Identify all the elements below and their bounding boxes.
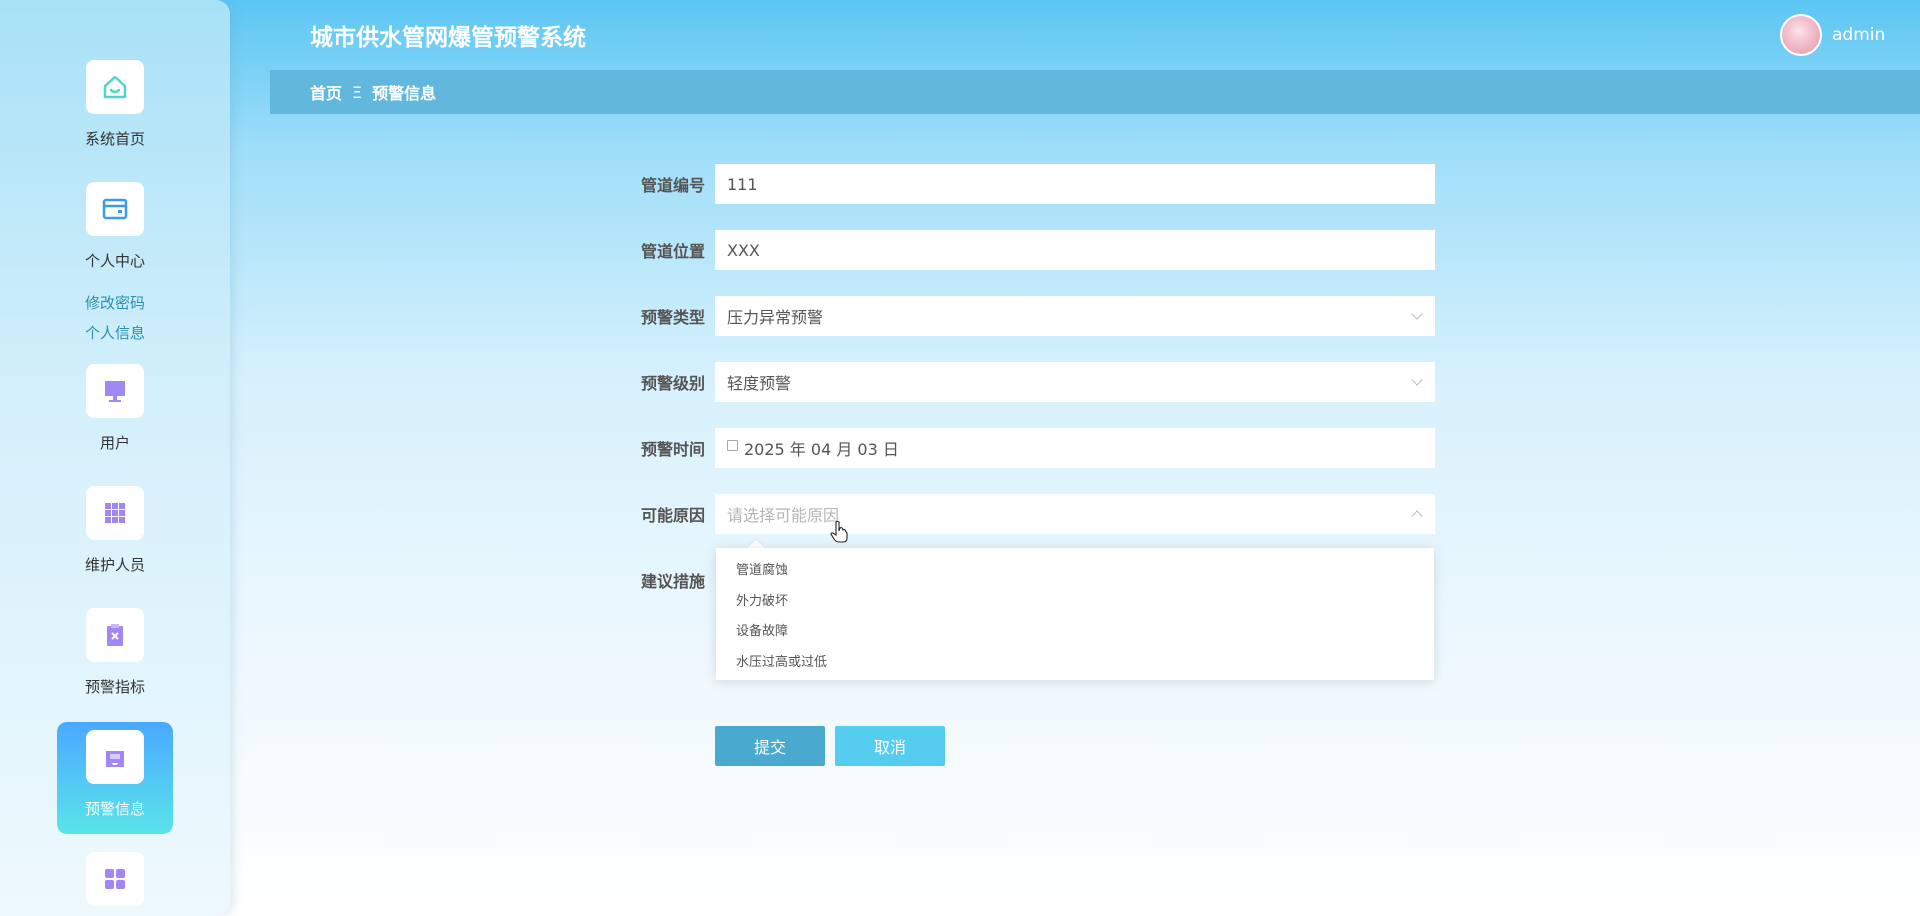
pipe-location-input[interactable]: XXX (715, 230, 1435, 270)
suggestion-label: 建议措施 (640, 572, 705, 591)
breadcrumb-current: 预警信息 (372, 84, 437, 103)
warning-time-picker[interactable]: 2025 年 04 月 03 日 (715, 428, 1435, 468)
warning-time-value: 2025 年 04 月 03 日 (744, 440, 899, 459)
chevron-down-icon (1411, 374, 1423, 386)
warning-level-value: 轻度预警 (727, 374, 792, 393)
pipe-no-label: 管道编号 (640, 176, 705, 195)
sidebar-item-warning-info[interactable]: 预警信息 (57, 722, 173, 834)
form-row-pipe-location: 管道位置 XXX (620, 230, 1435, 270)
possible-cause-label: 可能原因 (640, 506, 705, 525)
form-row-pipe-no: 管道编号 111 (620, 164, 1435, 204)
breadcrumb-separator: Ξ (352, 82, 363, 102)
home-icon (86, 60, 144, 114)
sidebar: 系统首页 个人中心 修改密码 个人信息 用户 维护人员 预警指标 预警信息 (0, 0, 230, 916)
apps-icon (86, 852, 144, 906)
sidebar-item-maintainers[interactable]: 维护人员 (57, 486, 173, 575)
sidebar-item-label: 用户 (99, 434, 130, 452)
warning-level-select[interactable]: 轻度预警 (715, 362, 1435, 402)
warning-type-value: 压力异常预警 (727, 308, 824, 327)
sidebar-item-label: 系统首页 (84, 130, 145, 148)
possible-cause-dropdown: 管道腐蚀 外力破坏 设备故障 水压过高或过低 (716, 548, 1434, 680)
warning-level-label: 预警级别 (640, 374, 705, 393)
sidebar-item-label: 预警指标 (84, 678, 145, 696)
submit-button[interactable]: 提交 (715, 726, 825, 766)
pipe-no-input[interactable]: 111 (715, 164, 1435, 204)
warning-type-select[interactable]: 压力异常预警 (715, 296, 1435, 336)
app-title: 城市供水管网爆管预警系统 (310, 25, 586, 51)
sidebar-item-more[interactable] (57, 852, 173, 906)
pipe-location-label: 管道位置 (640, 242, 705, 261)
username: admin (1832, 25, 1886, 45)
sidebar-item-label: 个人中心 (84, 252, 145, 270)
sidebar-subitem-personal-info[interactable]: 个人信息 (57, 322, 173, 343)
warning-type-label: 预警类型 (640, 308, 705, 327)
monitor-icon (86, 364, 144, 418)
sidebar-subitem-change-password[interactable]: 修改密码 (57, 292, 173, 313)
dropdown-option[interactable]: 设备故障 (716, 617, 1434, 648)
dropdown-option[interactable]: 外力破坏 (716, 587, 1434, 618)
dropdown-option[interactable]: 管道腐蚀 (716, 556, 1434, 587)
calendar-icon (727, 439, 738, 451)
form-row-possible-cause: 可能原因 请选择可能原因 (620, 494, 1435, 534)
possible-cause-select[interactable]: 请选择可能原因 (715, 494, 1435, 534)
form-row-warning-time: 预警时间 2025 年 04 月 03 日 (620, 428, 1435, 468)
sidebar-item-warning-indicators[interactable]: 预警指标 (57, 608, 173, 697)
chevron-up-icon (1411, 510, 1423, 522)
form-row-warning-type: 预警类型 压力异常预警 (620, 296, 1435, 336)
sidebar-item-personal-center[interactable]: 个人中心 (57, 182, 173, 271)
sidebar-item-label: 预警信息 (84, 800, 145, 818)
possible-cause-placeholder: 请选择可能原因 (727, 506, 840, 525)
form-row-suggestion: 建议措施 (620, 560, 715, 600)
dropdown-option[interactable]: 水压过高或过低 (716, 648, 1434, 679)
clipboard-x-icon (86, 608, 144, 662)
sidebar-item-users[interactable]: 用户 (57, 364, 173, 453)
inbox-icon (86, 730, 144, 784)
warning-time-label: 预警时间 (640, 440, 705, 459)
grid-icon (86, 486, 144, 540)
form-row-warning-level: 预警级别 轻度预警 (620, 362, 1435, 402)
card-icon (86, 182, 144, 236)
sidebar-item-home[interactable]: 系统首页 (57, 60, 173, 149)
user-menu[interactable]: admin (1780, 14, 1885, 56)
sidebar-item-label: 维护人员 (84, 556, 145, 574)
cancel-button[interactable]: 取消 (835, 726, 945, 766)
hand-cursor-icon (830, 520, 848, 548)
avatar[interactable] (1780, 14, 1822, 56)
chevron-down-icon (1411, 308, 1423, 320)
breadcrumb-home[interactable]: 首页 (310, 80, 342, 104)
breadcrumb: 首页 Ξ 预警信息 (270, 70, 1920, 114)
